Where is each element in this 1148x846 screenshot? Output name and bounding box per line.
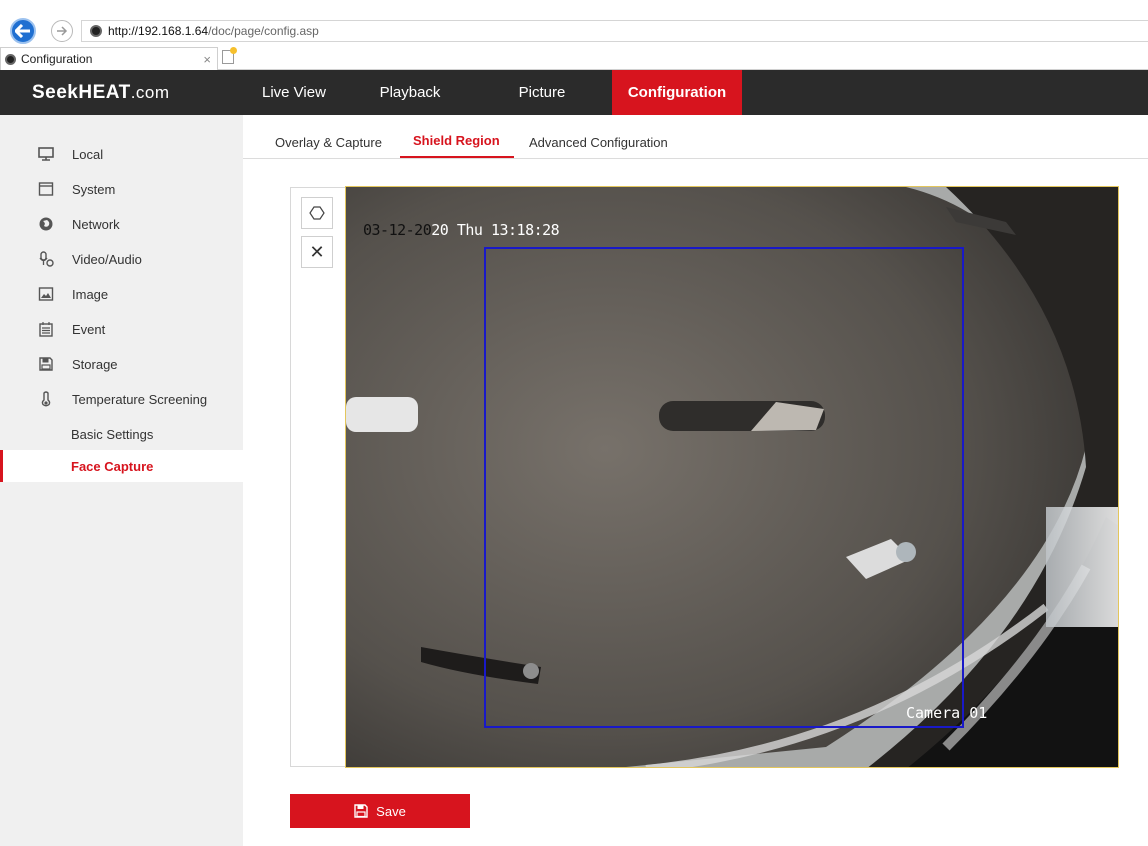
nav-configuration[interactable]: Configuration: [612, 70, 742, 115]
nav-playback[interactable]: Playback: [348, 70, 472, 115]
site-favicon-icon: [90, 25, 102, 37]
sidebar-subitem-face-capture[interactable]: Face Capture: [0, 450, 243, 482]
sidebar-item-label: Image: [72, 287, 109, 302]
sidebar-item-event[interactable]: Event: [0, 312, 243, 346]
sidebar: Local System Network Video/Audio Image E…: [0, 115, 243, 846]
globe-icon: [39, 217, 53, 231]
address-bar[interactable]: http://192.168.1.64/doc/page/config.asp: [81, 20, 1148, 42]
sidebar-item-storage[interactable]: Storage: [0, 347, 243, 381]
tab-title: Configuration: [21, 52, 93, 66]
nav-live-view[interactable]: Live View: [244, 70, 348, 115]
sidebar-item-network[interactable]: Network: [0, 207, 243, 241]
save-button-label: Save: [376, 803, 406, 819]
tab-overlay-capture[interactable]: Overlay & Capture: [275, 135, 382, 150]
shield-region-rectangle[interactable]: [484, 247, 964, 728]
arrow-right-icon: [57, 26, 68, 36]
drawing-tool-panel: ✕: [290, 187, 346, 767]
video-preview[interactable]: 03-12-2020 Thu 13:18:28 Camera 01: [345, 186, 1119, 768]
nav-picture[interactable]: Picture: [472, 70, 612, 115]
sidebar-subitem-basic-settings[interactable]: Basic Settings: [0, 418, 243, 450]
browser-toolbar: http://192.168.1.64/doc/page/config.asp: [0, 0, 1148, 44]
hexagon-icon: [309, 206, 325, 220]
floppy-disk-icon: [354, 804, 368, 818]
arrow-left-icon: [15, 24, 30, 38]
tab-close-icon[interactable]: ×: [203, 52, 211, 67]
sidebar-item-video-audio[interactable]: Video/Audio: [0, 242, 243, 276]
sidebar-subitem-label: Basic Settings: [71, 427, 154, 442]
app-header: SeekHEAT.com Live View Playback Picture …: [0, 70, 1148, 115]
brand-logo: SeekHEAT.com: [32, 82, 170, 103]
sub-tabs: Overlay & Capture Shield Region Advanced…: [243, 115, 1148, 159]
sidebar-item-image[interactable]: Image: [0, 277, 243, 311]
sidebar-item-label: Local: [72, 147, 104, 162]
sidebar-item-label: Video/Audio: [72, 252, 142, 267]
url-text: http://192.168.1.64/doc/page/config.asp: [108, 24, 319, 38]
forward-button[interactable]: [51, 20, 73, 42]
close-icon: ✕: [309, 241, 325, 262]
sidebar-item-label: Network: [72, 217, 120, 232]
monitor-icon: [38, 147, 54, 161]
thermometer-icon: [41, 391, 51, 407]
disk-icon: [39, 357, 53, 371]
sidebar-item-label: Event: [72, 322, 106, 337]
draw-area-button[interactable]: [301, 197, 333, 229]
tab-strip: Configuration ×: [0, 44, 1148, 70]
sidebar-item-local[interactable]: Local: [0, 137, 243, 171]
calendar-icon: [39, 322, 53, 337]
image-icon: [38, 287, 54, 301]
microphone-icon: [39, 251, 54, 267]
tab-shield-region[interactable]: Shield Region: [413, 133, 500, 148]
sidebar-item-system[interactable]: System: [0, 172, 243, 206]
sidebar-item-temperature-screening[interactable]: Temperature Screening: [0, 382, 243, 416]
window-icon: [38, 182, 54, 196]
sidebar-subitem-label: Face Capture: [71, 459, 154, 474]
back-button[interactable]: [10, 18, 36, 44]
browser-tab[interactable]: Configuration ×: [0, 47, 218, 70]
osd-timestamp: 03-12-2020 Thu 13:18:28: [363, 221, 560, 239]
save-button[interactable]: Save: [290, 794, 470, 828]
sidebar-item-label: Temperature Screening: [72, 392, 208, 407]
sidebar-item-label: Storage: [72, 357, 118, 372]
active-tab-indicator: [400, 156, 514, 158]
clear-all-button[interactable]: ✕: [301, 236, 333, 268]
sidebar-item-label: System: [72, 182, 116, 197]
main-nav: Live View Playback Picture Configuration: [244, 70, 742, 115]
tab-favicon-icon: [5, 53, 16, 65]
tab-advanced-configuration[interactable]: Advanced Configuration: [529, 135, 668, 150]
new-tab-icon[interactable]: [222, 47, 237, 64]
